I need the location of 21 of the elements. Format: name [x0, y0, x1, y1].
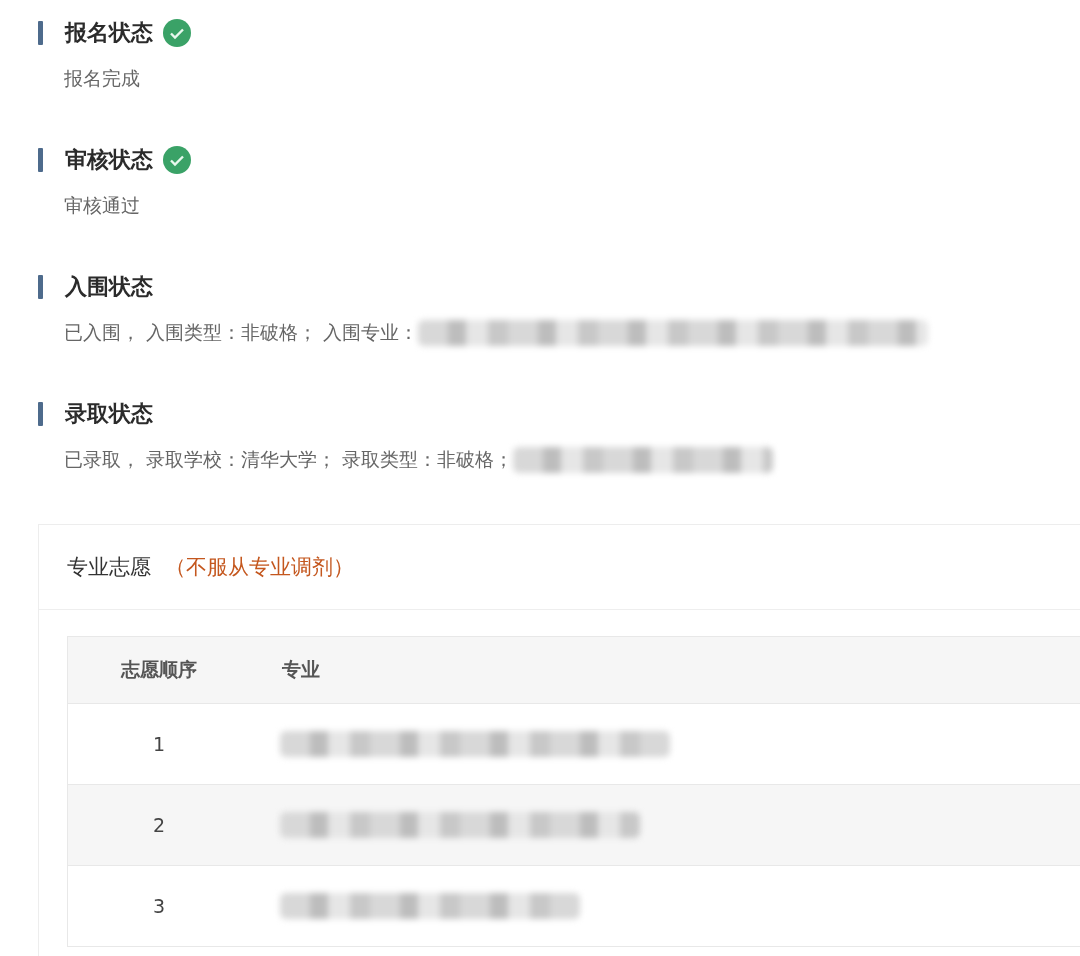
- status-text: 审核通过: [64, 193, 140, 218]
- status-text: 已录取， 录取学校：清华大学； 录取类型：非破格；: [64, 447, 514, 472]
- status-text: 已入围， 入围类型：非破格； 入围专业：: [64, 320, 419, 345]
- table-cell-text: 3: [151, 895, 167, 917]
- section-title: 审核状态: [65, 146, 153, 174]
- check-circle-icon: [163, 19, 191, 47]
- adjustment-note: （不服从专业调剂）: [165, 554, 354, 581]
- table-cell-text: 2: [151, 814, 167, 836]
- column-header: 志愿顺序: [120, 657, 198, 682]
- status-text: 报名完成: [64, 66, 140, 91]
- section-title: 报名状态: [65, 19, 153, 47]
- heading-marker: [38, 402, 43, 426]
- heading-marker: [38, 21, 43, 45]
- table-cell-text: 1: [151, 733, 167, 755]
- heading-marker: [38, 275, 43, 299]
- heading-marker: [38, 148, 43, 172]
- column-header: 专业: [282, 657, 320, 682]
- card-title: 专业志愿: [67, 554, 151, 581]
- check-circle-icon: [163, 146, 191, 174]
- section-title: 录取状态: [65, 400, 153, 428]
- section-title: 入围状态: [65, 273, 153, 301]
